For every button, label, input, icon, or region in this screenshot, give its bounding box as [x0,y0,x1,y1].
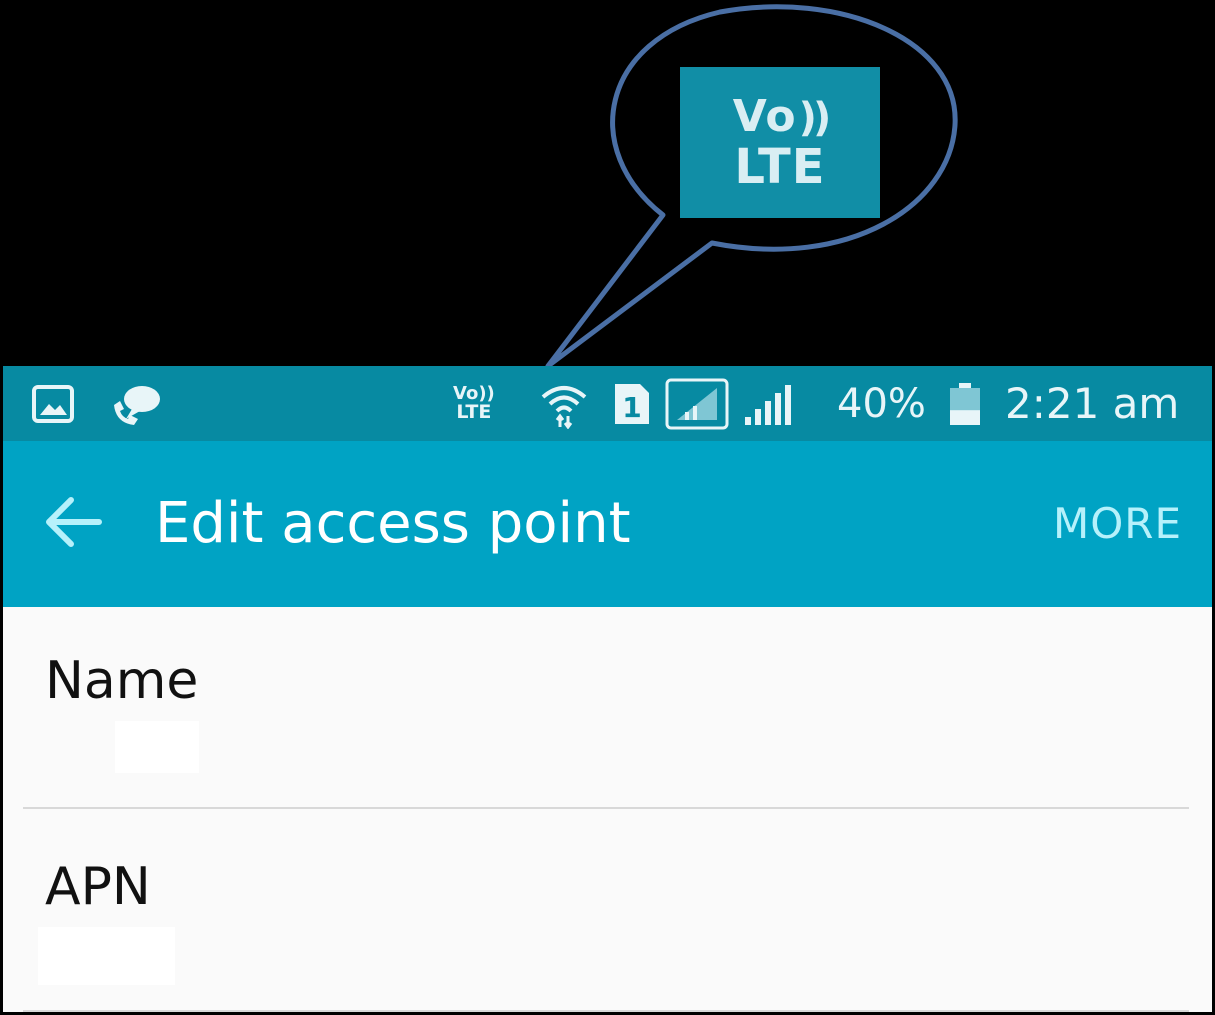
volte-zoom-waves: )) [798,94,832,141]
status-time: 2:21 am [1005,379,1180,428]
sim-card-icon: 1 [612,366,652,441]
battery-percent: 40% [837,380,926,427]
chat-icon [108,366,164,441]
pref-item-name[interactable]: Name [3,607,1212,809]
volte-zoom-vo: Vo [732,90,797,142]
phone-screen: Vo)) LTE 1 40% 2:21 am Edit access point… [3,366,1212,1012]
divider [23,1010,1189,1012]
more-button[interactable]: MORE [1053,441,1182,607]
battery-fill [950,409,980,425]
pref-label-name: Name [45,651,199,711]
battery-icon [947,366,983,441]
app-bar: Edit access point MORE [3,441,1212,607]
pref-item-apn[interactable]: APN [3,809,1212,1012]
volte-zoom-lte: LTE [734,138,826,195]
volte-zoom-icon: Vo)) LTE [680,67,880,218]
pref-value-name [115,721,199,773]
wifi-icon [539,366,589,441]
volte-icon: Vo)) LTE [453,366,495,441]
status-bar: Vo)) LTE 1 40% 2:21 am [3,366,1212,441]
signal-strength-icon [743,366,795,441]
gallery-icon [31,366,75,441]
page-title: Edit access point [155,491,631,556]
pref-label-apn: APN [45,857,151,917]
pref-value-apn [38,927,175,985]
arrow-left-icon[interactable] [41,491,103,553]
signal-strength-box-icon [665,366,729,441]
sim-slot-number: 1 [622,391,641,424]
volte-icon-line2: LTE [456,401,492,423]
